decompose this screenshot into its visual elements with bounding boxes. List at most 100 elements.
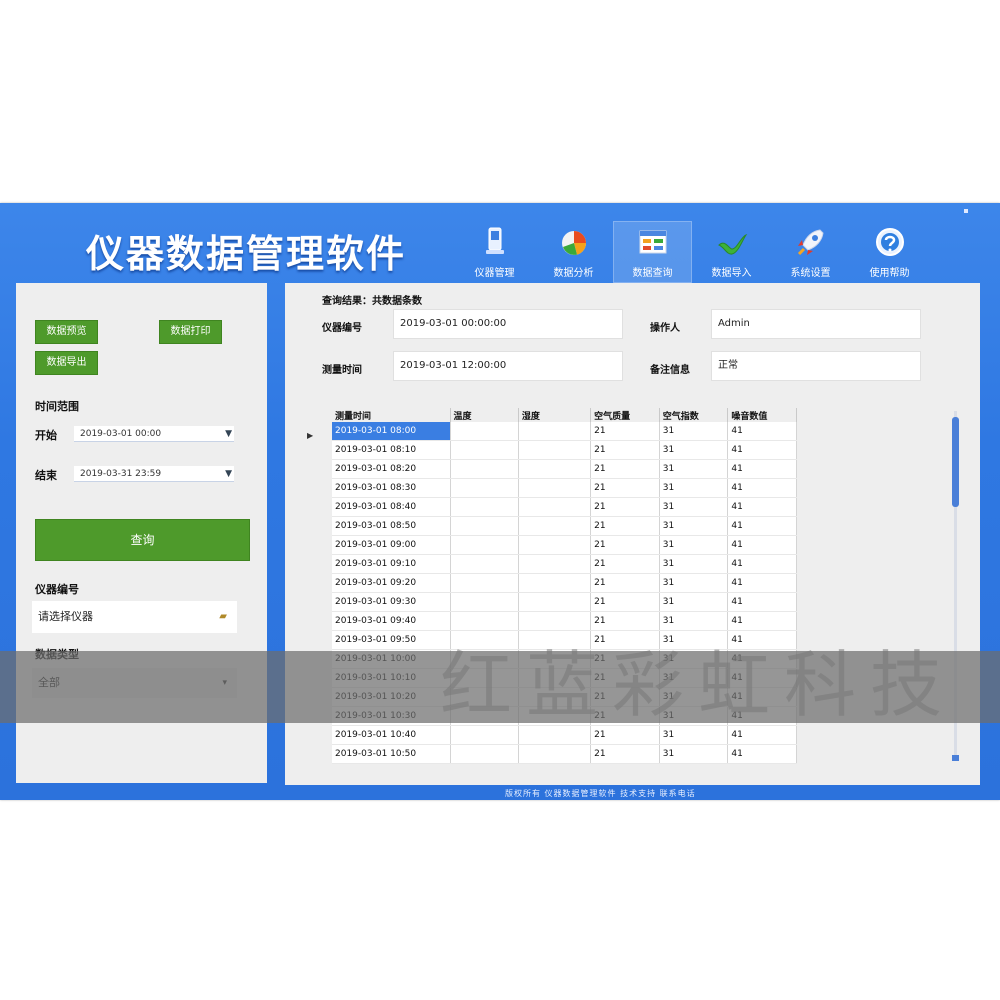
table-cell[interactable]: 2019-03-01 10:40 [332,725,451,745]
print-button[interactable]: 数据打印 [159,320,222,344]
table-cell[interactable] [518,516,592,536]
table-cell[interactable]: 21 [590,440,660,460]
table-cell[interactable]: 21 [590,478,660,498]
table-cell[interactable] [518,573,592,593]
table-cell[interactable]: 31 [659,516,729,536]
table-cell[interactable]: 21 [590,744,660,764]
column-header[interactable]: 温度 [450,408,519,422]
table-cell[interactable]: 21 [590,573,660,593]
toolbar-data-query[interactable]: 数据查询 [613,221,692,283]
table-row[interactable]: 2019-03-01 09:10 21 31 41 [332,554,797,574]
table-cell[interactable]: 31 [659,440,729,460]
table-cell[interactable]: 31 [659,573,729,593]
table-cell[interactable] [518,535,592,555]
table-cell[interactable] [450,516,519,536]
table-cell[interactable]: 2019-03-01 08:50 [332,516,451,536]
table-row[interactable]: 2019-03-01 09:00 21 31 41 [332,535,797,555]
column-header[interactable]: 空气质量 [590,408,660,422]
column-header[interactable]: 测量时间 [332,408,451,422]
table-cell[interactable]: 2019-03-01 09:10 [332,554,451,574]
table-row[interactable]: 2019-03-01 08:20 21 31 41 [332,459,797,479]
table-cell[interactable] [450,459,519,479]
table-cell[interactable]: 2019-03-01 09:20 [332,573,451,593]
table-cell[interactable]: 2019-03-01 09:30 [332,592,451,612]
operator-field[interactable]: Admin [711,309,921,339]
table-cell[interactable] [450,478,519,498]
table-row[interactable]: 2019-03-01 08:30 21 31 41 [332,478,797,498]
folder-icon[interactable]: ▰ [219,601,227,633]
table-cell[interactable]: 41 [727,422,797,441]
table-cell[interactable]: 41 [727,592,797,612]
table-cell[interactable] [450,592,519,612]
table-cell[interactable]: 31 [659,497,729,517]
table-cell[interactable]: 2019-03-01 08:20 [332,459,451,479]
table-cell[interactable] [518,554,592,574]
table-cell[interactable] [450,535,519,555]
table-cell[interactable]: 2019-03-01 09:50 [332,630,451,650]
scrollbar-thumb[interactable] [952,417,959,507]
table-cell[interactable]: 31 [659,744,729,764]
table-cell[interactable]: 21 [590,592,660,612]
table-cell[interactable]: 41 [727,744,797,764]
column-header[interactable]: 空气指数 [659,408,729,422]
table-cell[interactable]: 21 [590,535,660,555]
table-row[interactable]: 2019-03-01 10:50 21 31 41 [332,744,797,764]
table-cell[interactable]: 41 [727,516,797,536]
table-row[interactable]: 2019-03-01 09:30 21 31 41 [332,592,797,612]
table-cell[interactable] [518,592,592,612]
table-cell[interactable]: 31 [659,535,729,555]
table-row[interactable]: 2019-03-01 08:50 21 31 41 [332,516,797,536]
remark-field[interactable]: 正常 [711,351,921,381]
export-button[interactable]: 数据导出 [35,351,98,375]
table-cell[interactable]: 41 [727,535,797,555]
table-row[interactable]: 2019-03-01 08:40 21 31 41 [332,497,797,517]
table-cell[interactable]: 41 [727,554,797,574]
toolbar-help[interactable]: 使用帮助 [850,221,929,283]
end-date-picker[interactable]: 2019-03-31 23:59 ▼ [74,466,234,482]
table-cell[interactable] [450,744,519,764]
toolbar-data-analysis[interactable]: 数据分析 [534,221,613,283]
table-cell[interactable] [518,459,592,479]
table-cell[interactable] [450,554,519,574]
table-cell[interactable]: 41 [727,573,797,593]
table-cell[interactable]: 41 [727,440,797,460]
table-cell[interactable]: 2019-03-01 08:30 [332,478,451,498]
table-cell[interactable] [518,478,592,498]
table-cell[interactable]: 41 [727,459,797,479]
device-no-field[interactable]: 2019-03-01 00:00:00 [393,309,623,339]
toolbar-instrument-management[interactable]: 仪器管理 [455,221,534,283]
window-control-icon[interactable] [964,209,968,213]
table-cell[interactable]: 2019-03-01 09:00 [332,535,451,555]
dropdown-arrow-icon[interactable]: ▼ [225,466,232,482]
table-cell[interactable] [518,440,592,460]
table-cell[interactable]: 41 [727,478,797,498]
table-cell[interactable]: 21 [590,422,660,441]
start-date-picker[interactable]: 2019-03-01 00:00 ▼ [74,426,234,442]
table-row[interactable]: 2019-03-01 08:00 21 31 41 [332,422,797,441]
preview-button[interactable]: 数据预览 [35,320,98,344]
scrollbar-down-arrow[interactable] [952,755,959,761]
column-header[interactable]: 湿度 [518,408,592,422]
table-cell[interactable]: 2019-03-01 09:40 [332,611,451,631]
dropdown-arrow-icon[interactable]: ▼ [225,426,232,442]
table-cell[interactable]: 21 [590,459,660,479]
table-cell[interactable]: 2019-03-01 08:10 [332,440,451,460]
table-cell[interactable]: 31 [659,422,729,441]
table-cell[interactable]: 21 [590,516,660,536]
table-cell[interactable] [518,744,592,764]
table-cell[interactable]: 31 [659,478,729,498]
table-cell[interactable]: 2019-03-01 10:50 [332,744,451,764]
table-cell[interactable] [450,422,519,441]
table-cell[interactable] [450,440,519,460]
query-button[interactable]: 查询 [35,519,250,561]
table-cell[interactable]: 31 [659,592,729,612]
table-cell[interactable]: 2019-03-01 08:40 [332,497,451,517]
table-cell[interactable]: 31 [659,459,729,479]
table-cell[interactable] [450,497,519,517]
measure-time-field[interactable]: 2019-03-01 12:00:00 [393,351,623,381]
table-cell[interactable] [450,573,519,593]
table-cell[interactable]: 21 [590,554,660,574]
table-row[interactable]: 2019-03-01 08:10 21 31 41 [332,440,797,460]
table-cell[interactable]: 41 [727,497,797,517]
table-cell[interactable] [518,422,592,441]
